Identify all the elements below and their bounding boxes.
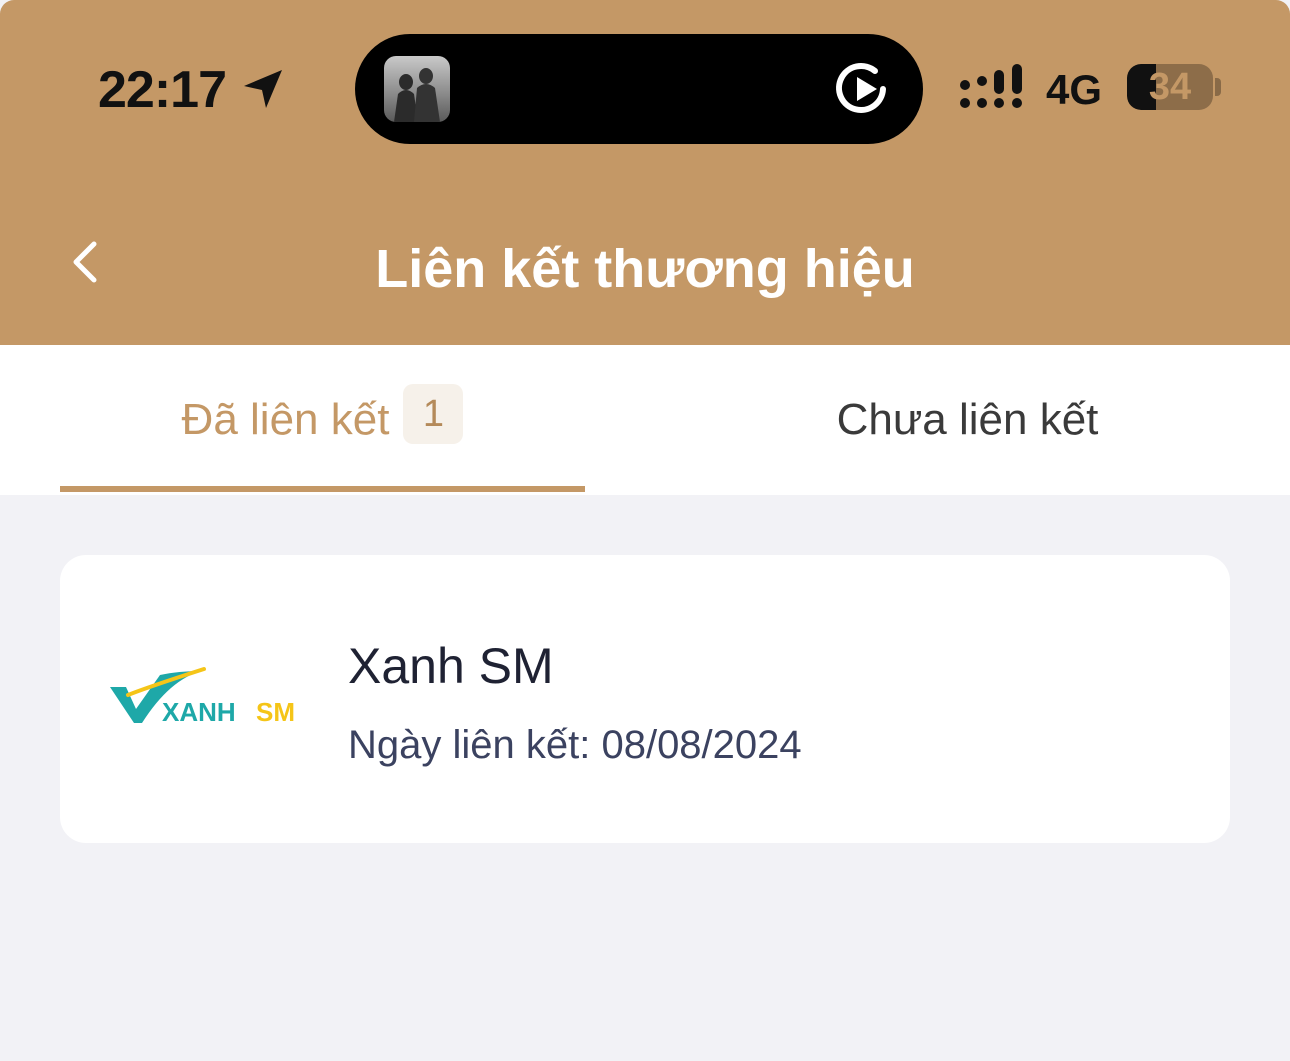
battery-percent: 34 <box>1148 66 1192 108</box>
signal-icon <box>960 64 1022 108</box>
play-icon[interactable] <box>833 58 895 120</box>
battery-tip <box>1215 78 1221 96</box>
tab-linked-label: Đã liên kết <box>181 395 390 444</box>
svg-text:XANH: XANH <box>162 697 236 727</box>
network-type: 4G <box>1046 66 1103 113</box>
now-playing-thumbnail <box>384 56 450 122</box>
xanh-sm-logo: XANH SM <box>110 667 295 727</box>
tab-linked[interactable]: Đã liên kết 1 <box>60 345 585 495</box>
dynamic-island[interactable] <box>355 34 923 144</box>
tab-bar: Đã liên kết 1 Chưa liên kết <box>0 345 1290 495</box>
page-title: Liên kết thương hiệu <box>375 239 915 299</box>
app-header: 22:17 4G 34 Liên kết thương hiệu <box>0 0 1290 345</box>
brand-name: Xanh SM <box>348 638 554 694</box>
location-arrow-icon <box>244 70 282 108</box>
tab-linked-count-badge: 1 <box>403 384 464 444</box>
battery-icon: 34 <box>1127 64 1213 110</box>
tab-unlinked[interactable]: Chưa liên kết <box>705 345 1230 495</box>
tab-unlinked-label: Chưa liên kết <box>836 395 1099 444</box>
brand-card[interactable]: XANH SM Xanh SM Ngày liên kết: 08/08/202… <box>60 555 1230 843</box>
svg-text:SM: SM <box>256 697 295 727</box>
status-time: 22:17 <box>98 61 227 119</box>
active-tab-indicator <box>60 486 585 492</box>
brand-linked-date: Ngày liên kết: 08/08/2024 <box>348 723 802 767</box>
